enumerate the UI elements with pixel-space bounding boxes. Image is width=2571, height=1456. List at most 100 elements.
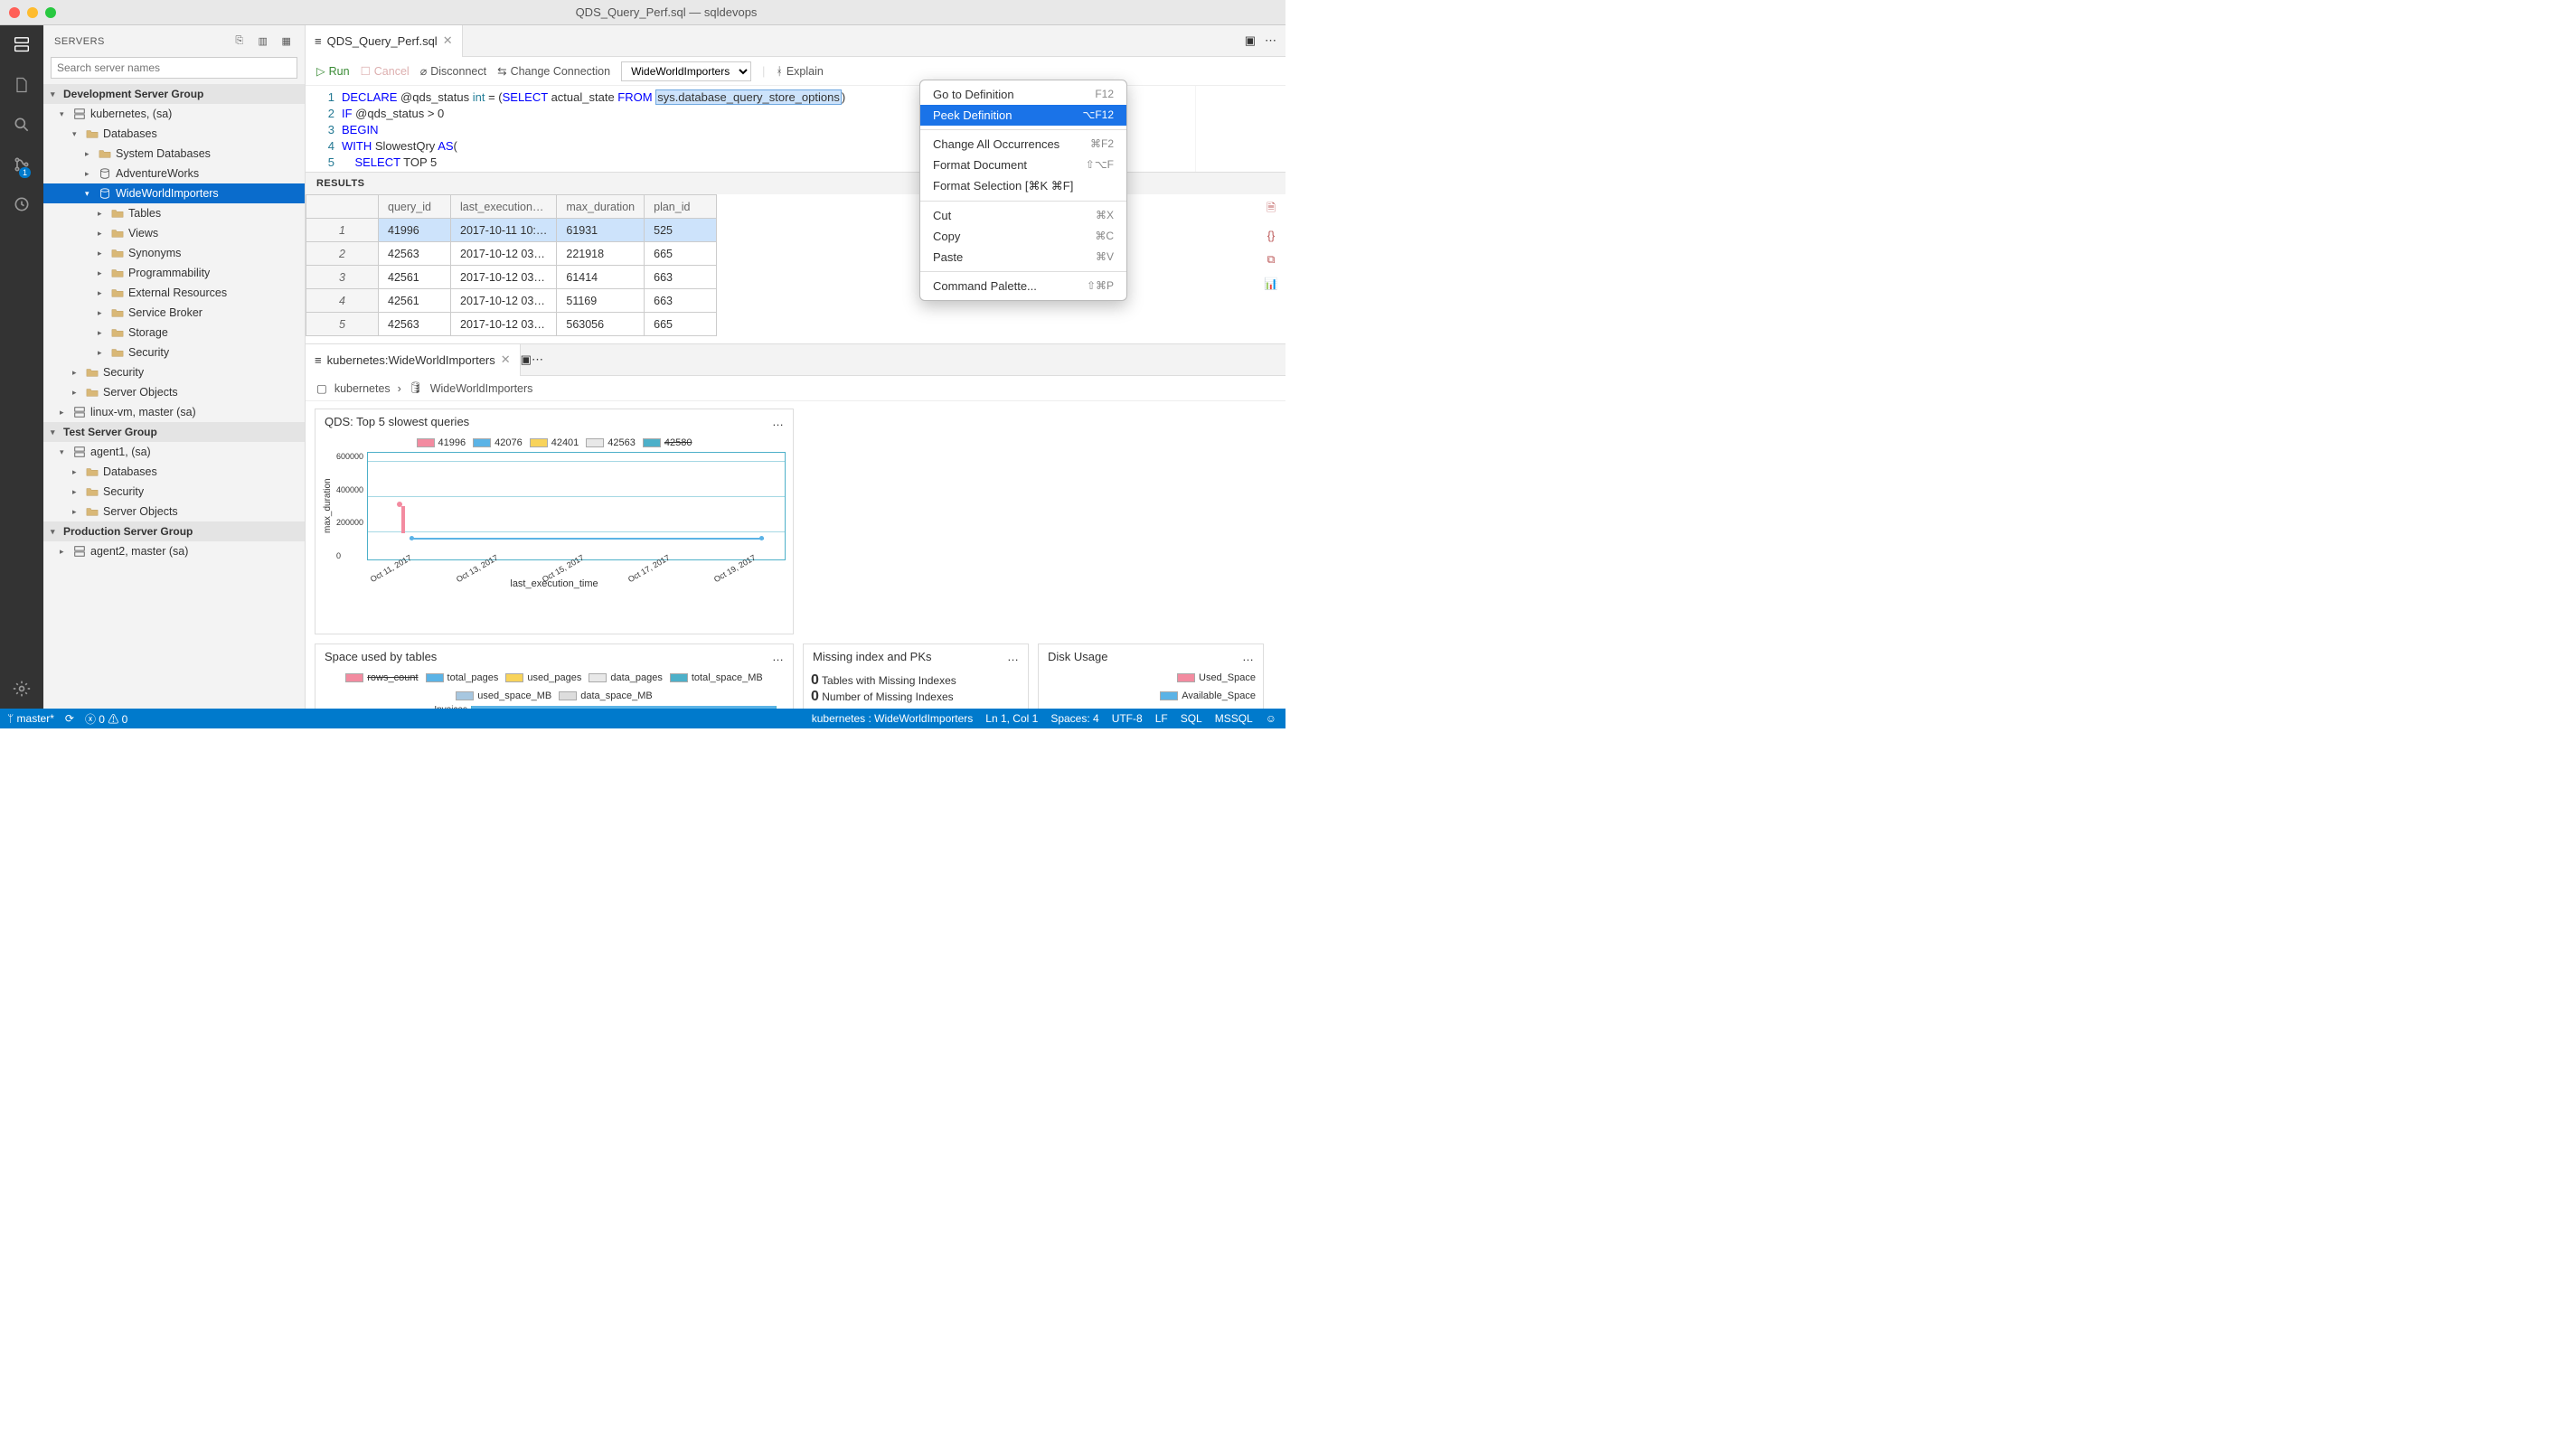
tree-node[interactable]: ▸Server Objects [43, 502, 305, 521]
encoding-status[interactable]: UTF-8 [1112, 712, 1143, 725]
editor-tab-sql[interactable]: ≡ QDS_Query_Perf.sql ✕ [306, 25, 463, 57]
language-status[interactable]: SQL [1181, 712, 1202, 725]
cancel-button[interactable]: ☐ Cancel [361, 64, 410, 78]
editor-context-menu[interactable]: Go to DefinitionF12Peek Definition⌥F12 Ch… [919, 80, 1127, 301]
tree-node[interactable]: ▾Databases [43, 124, 305, 144]
change-connection-button[interactable]: ⇆ Change Connection [497, 64, 610, 78]
tree-node[interactable]: ▾kubernetes, (sa) [43, 104, 305, 124]
context-menu-item[interactable]: Format Selection [⌘K ⌘F] [920, 175, 1126, 197]
context-menu-item[interactable]: Cut⌘X [920, 205, 1126, 226]
widget-more-icon[interactable]: … [1242, 650, 1254, 663]
widget-more-icon[interactable]: … [1007, 650, 1019, 663]
context-menu-item[interactable]: Command Palette...⇧⌘P [920, 276, 1126, 296]
tree-node[interactable]: ▸Service Broker [43, 303, 305, 323]
server-group-header[interactable]: ▾Test Server Group [43, 422, 305, 442]
breadcrumb-db[interactable]: WideWorldImporters [430, 382, 533, 395]
explorer-view-icon[interactable] [11, 74, 33, 96]
connection-status[interactable]: kubernetes : WideWorldImporters [812, 712, 974, 725]
context-menu-item[interactable]: Change All Occurrences⌘F2 [920, 134, 1126, 155]
tree-node[interactable]: ▸System Databases [43, 144, 305, 164]
close-dashboard-tab-icon[interactable]: ✕ [501, 352, 511, 367]
new-server-group-icon[interactable]: ▥ [256, 34, 270, 49]
split-editor-icon[interactable]: ▣ [521, 352, 532, 366]
disconnect-button[interactable]: ⌀ Disconnect [420, 64, 486, 78]
table-row[interactable]: 2425632017-10-12 03…221918665 [306, 242, 717, 266]
server-tree[interactable]: ▾Development Server Group▾kubernetes, (s… [43, 84, 305, 709]
legend-item[interactable]: 41996 [417, 437, 466, 448]
code-editor[interactable]: 12345 DECLARE @qds_status int = (SELECT … [306, 86, 1286, 172]
tree-node[interactable]: ▸Storage [43, 323, 305, 343]
tree-node[interactable]: ▸Synonyms [43, 243, 305, 263]
source-control-icon[interactable]: 1 [11, 154, 33, 175]
tree-node[interactable]: ▸Security [43, 362, 305, 382]
run-button[interactable]: ▷ Run [316, 64, 350, 78]
feedback-icon[interactable]: ☺ [1266, 712, 1276, 725]
legend-item[interactable]: used_pages [505, 672, 581, 683]
indent-status[interactable]: Spaces: 4 [1050, 712, 1098, 725]
legend-item[interactable]: used_space_MB [456, 690, 551, 701]
table-row[interactable]: 4425612017-10-12 03…51169663 [306, 289, 717, 313]
breadcrumb-server[interactable]: kubernetes [334, 382, 391, 395]
minimize-window-button[interactable] [27, 7, 38, 18]
context-menu-item[interactable]: Peek Definition⌥F12 [920, 105, 1126, 126]
context-menu-item[interactable]: Paste⌘V [920, 247, 1126, 268]
save-csv-icon[interactable]: 🗎 [1267, 200, 1276, 219]
tree-node[interactable]: ▾WideWorldImporters [43, 183, 305, 203]
close-tab-icon[interactable]: ✕ [443, 33, 453, 48]
problems-status[interactable]: ⓧ 0 ⚠ 0 [85, 711, 127, 727]
legend-item[interactable]: 42076 [473, 437, 523, 448]
save-excel-icon[interactable]: ⧉ [1267, 253, 1276, 267]
history-view-icon[interactable] [11, 193, 33, 215]
column-header[interactable]: max_duration [557, 195, 645, 219]
close-window-button[interactable] [9, 7, 20, 18]
provider-status[interactable]: MSSQL [1215, 712, 1253, 725]
explain-button[interactable]: ᚼ Explain [776, 65, 824, 78]
legend-item[interactable]: 42563 [586, 437, 636, 448]
tree-node[interactable]: ▸Views [43, 223, 305, 243]
table-row[interactable]: 5425632017-10-12 03…563056665 [306, 313, 717, 336]
legend-item[interactable]: rows_count [345, 672, 418, 683]
server-search-input[interactable] [51, 57, 297, 79]
more-actions-icon[interactable]: ⋯ [1265, 33, 1276, 48]
widget-more-icon[interactable]: … [772, 650, 784, 663]
show-connections-icon[interactable]: ▦ [279, 34, 294, 49]
git-branch-status[interactable]: ᛘ master* [7, 712, 54, 725]
eol-status[interactable]: LF [1155, 712, 1168, 725]
column-header[interactable]: plan_id [645, 195, 717, 219]
database-picker[interactable]: WideWorldImporters [621, 61, 751, 81]
legend-item[interactable]: 42401 [530, 437, 579, 448]
tree-node[interactable]: ▾agent1, (sa) [43, 442, 305, 462]
settings-gear-icon[interactable] [11, 678, 33, 700]
tree-node[interactable]: ▸agent2, master (sa) [43, 541, 305, 561]
column-header[interactable]: query_id [379, 195, 451, 219]
context-menu-item[interactable]: Go to DefinitionF12 [920, 84, 1126, 105]
server-group-header[interactable]: ▾Production Server Group [43, 521, 305, 541]
tree-node[interactable]: ▸linux-vm, master (sa) [43, 402, 305, 422]
server-group-header[interactable]: ▾Development Server Group [43, 84, 305, 104]
legend-item[interactable]: data_pages [589, 672, 663, 683]
tree-node[interactable]: ▸External Resources [43, 283, 305, 303]
chart-icon[interactable]: 📊 [1264, 277, 1278, 291]
maximize-window-button[interactable] [45, 7, 56, 18]
legend-item[interactable]: data_space_MB [559, 690, 653, 701]
minimap[interactable] [1195, 86, 1286, 172]
more-actions-icon[interactable]: ⋯ [532, 352, 543, 366]
tree-node[interactable]: ▸Security [43, 482, 305, 502]
tree-node[interactable]: ▸Databases [43, 462, 305, 482]
legend-item[interactable]: Used_Space [1177, 672, 1256, 683]
widget-more-icon[interactable]: … [772, 415, 784, 428]
results-grid[interactable]: query_idlast_execution…max_durationplan_… [306, 194, 717, 336]
legend-item[interactable]: total_pages [426, 672, 499, 683]
column-header[interactable]: last_execution… [451, 195, 557, 219]
save-json-icon[interactable]: {} [1267, 230, 1275, 242]
table-row[interactable]: 1419962017-10-11 10:…61931525 [306, 219, 717, 242]
legend-item[interactable]: Available_Space [1160, 690, 1256, 701]
new-connection-icon[interactable]: ⎘ [232, 34, 247, 49]
cursor-position[interactable]: Ln 1, Col 1 [985, 712, 1038, 725]
split-editor-icon[interactable]: ▣ [1245, 33, 1256, 48]
servers-view-icon[interactable] [11, 34, 33, 56]
dashboard-tab[interactable]: ≡kubernetes:WideWorldImporters ✕ [306, 344, 521, 376]
legend-item[interactable]: 42580 [643, 437, 692, 448]
tree-node[interactable]: ▸Tables [43, 203, 305, 223]
selected-token[interactable]: sys.database_query_store_options [655, 89, 842, 105]
